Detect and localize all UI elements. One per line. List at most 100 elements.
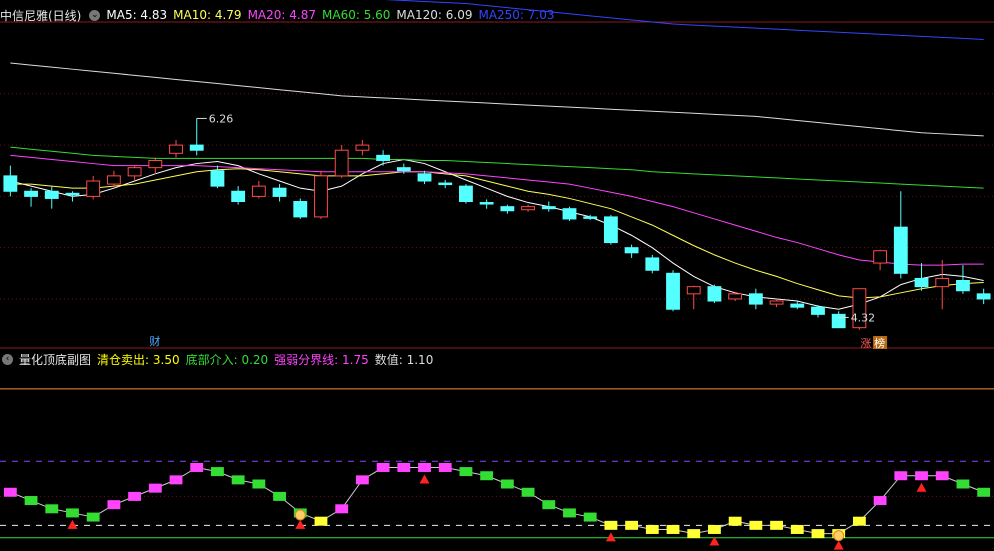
candle [314, 175, 328, 218]
high-price-label: 6.26 [209, 112, 234, 125]
value-line [10, 466, 984, 535]
indicator-bar [894, 471, 908, 481]
indicator-bar [645, 524, 659, 534]
candle [127, 167, 142, 177]
indicator-bar [86, 512, 100, 522]
ranking-marker: 榜 [874, 336, 885, 350]
candle [334, 149, 349, 177]
indicator-bar [438, 462, 452, 472]
candle [86, 180, 101, 197]
indicator-bar [480, 471, 494, 481]
candle [541, 206, 556, 210]
candle [169, 144, 183, 154]
candle [293, 201, 308, 218]
indicator-bar [335, 504, 349, 514]
indicator-bar [749, 520, 763, 530]
candle [583, 216, 598, 219]
indicator-bar [3, 487, 17, 497]
limit-up-marker: 涨 [860, 337, 871, 350]
indicator-bar [66, 508, 79, 518]
indicator-bar [190, 462, 204, 472]
indicator-bar [977, 487, 991, 497]
indicator-bar [770, 520, 783, 530]
candle [728, 293, 743, 300]
candle [893, 226, 908, 274]
candle [44, 190, 59, 199]
stock-chart[interactable]: 6.26 4.32 财 涨榜 [0, 0, 994, 551]
indicator-bar [625, 520, 639, 530]
candle [65, 192, 80, 196]
ma-line-ma120 [10, 62, 984, 137]
indicator-bar [252, 479, 266, 489]
ma-line-ma5 [10, 158, 984, 310]
indicator-bar [459, 467, 473, 477]
indicator-bar [811, 529, 825, 539]
candle [831, 313, 846, 329]
candle [417, 173, 432, 182]
candle [355, 144, 370, 151]
candle [686, 286, 701, 295]
candle [645, 257, 660, 271]
low-price-label: 4.32 [851, 311, 876, 324]
candle [976, 293, 991, 300]
indicator-bar [563, 508, 576, 518]
candle [272, 187, 287, 197]
indicator-bar [521, 487, 535, 497]
indicator-bar [583, 512, 597, 522]
indicator-bar [935, 471, 949, 481]
indicator-bar [500, 479, 514, 489]
indicator-bar [790, 524, 804, 534]
indicator-bar [604, 520, 618, 530]
candle [603, 216, 618, 244]
indicator-bar [45, 504, 59, 514]
indicator-bar [314, 516, 328, 526]
candle [914, 277, 929, 288]
candle [210, 170, 225, 187]
indicator-bar [397, 462, 411, 472]
ma-line-ma20 [10, 154, 984, 266]
candle [438, 182, 453, 186]
candle [624, 247, 639, 254]
indicator-bar [169, 475, 183, 485]
indicator-bar [915, 471, 928, 481]
candle [500, 206, 515, 212]
indicator-bar [231, 475, 245, 485]
indicator-bar [542, 500, 556, 510]
candle [521, 206, 535, 211]
candle [479, 202, 494, 205]
ma-line-ma10 [10, 168, 984, 299]
indicator-bar [24, 496, 38, 506]
candle [459, 185, 473, 203]
candle [396, 167, 411, 172]
indicator-bar [956, 479, 970, 489]
candle [707, 286, 722, 302]
buy-signal-icon [67, 519, 78, 529]
candle [790, 303, 805, 308]
candle [148, 159, 163, 169]
buy-signal-icon [605, 532, 616, 542]
indicator-bar [107, 500, 121, 510]
indicator-bar [666, 524, 680, 534]
hand-signal-icon [294, 509, 306, 521]
ma-line-ma250 [384, 0, 984, 40]
candle [811, 306, 825, 315]
indicator-bar [873, 496, 887, 506]
indicator-bar [708, 524, 721, 534]
hand-signal-icon [833, 530, 845, 542]
indicator-bar [728, 516, 742, 526]
candle [956, 280, 970, 292]
candle [24, 190, 38, 197]
sell-signal-icon [916, 482, 927, 492]
finance-marker: 财 [149, 334, 160, 348]
candle [748, 293, 763, 305]
candle [769, 300, 784, 305]
candle [562, 208, 577, 220]
candle [189, 144, 204, 151]
indicator-bar [273, 491, 286, 501]
indicator-bar [852, 516, 866, 526]
indicator-bar [355, 475, 369, 485]
candle [935, 277, 950, 288]
buy-signal-icon [833, 540, 844, 550]
indicator-bar [418, 462, 431, 472]
indicator-bar [687, 529, 701, 539]
